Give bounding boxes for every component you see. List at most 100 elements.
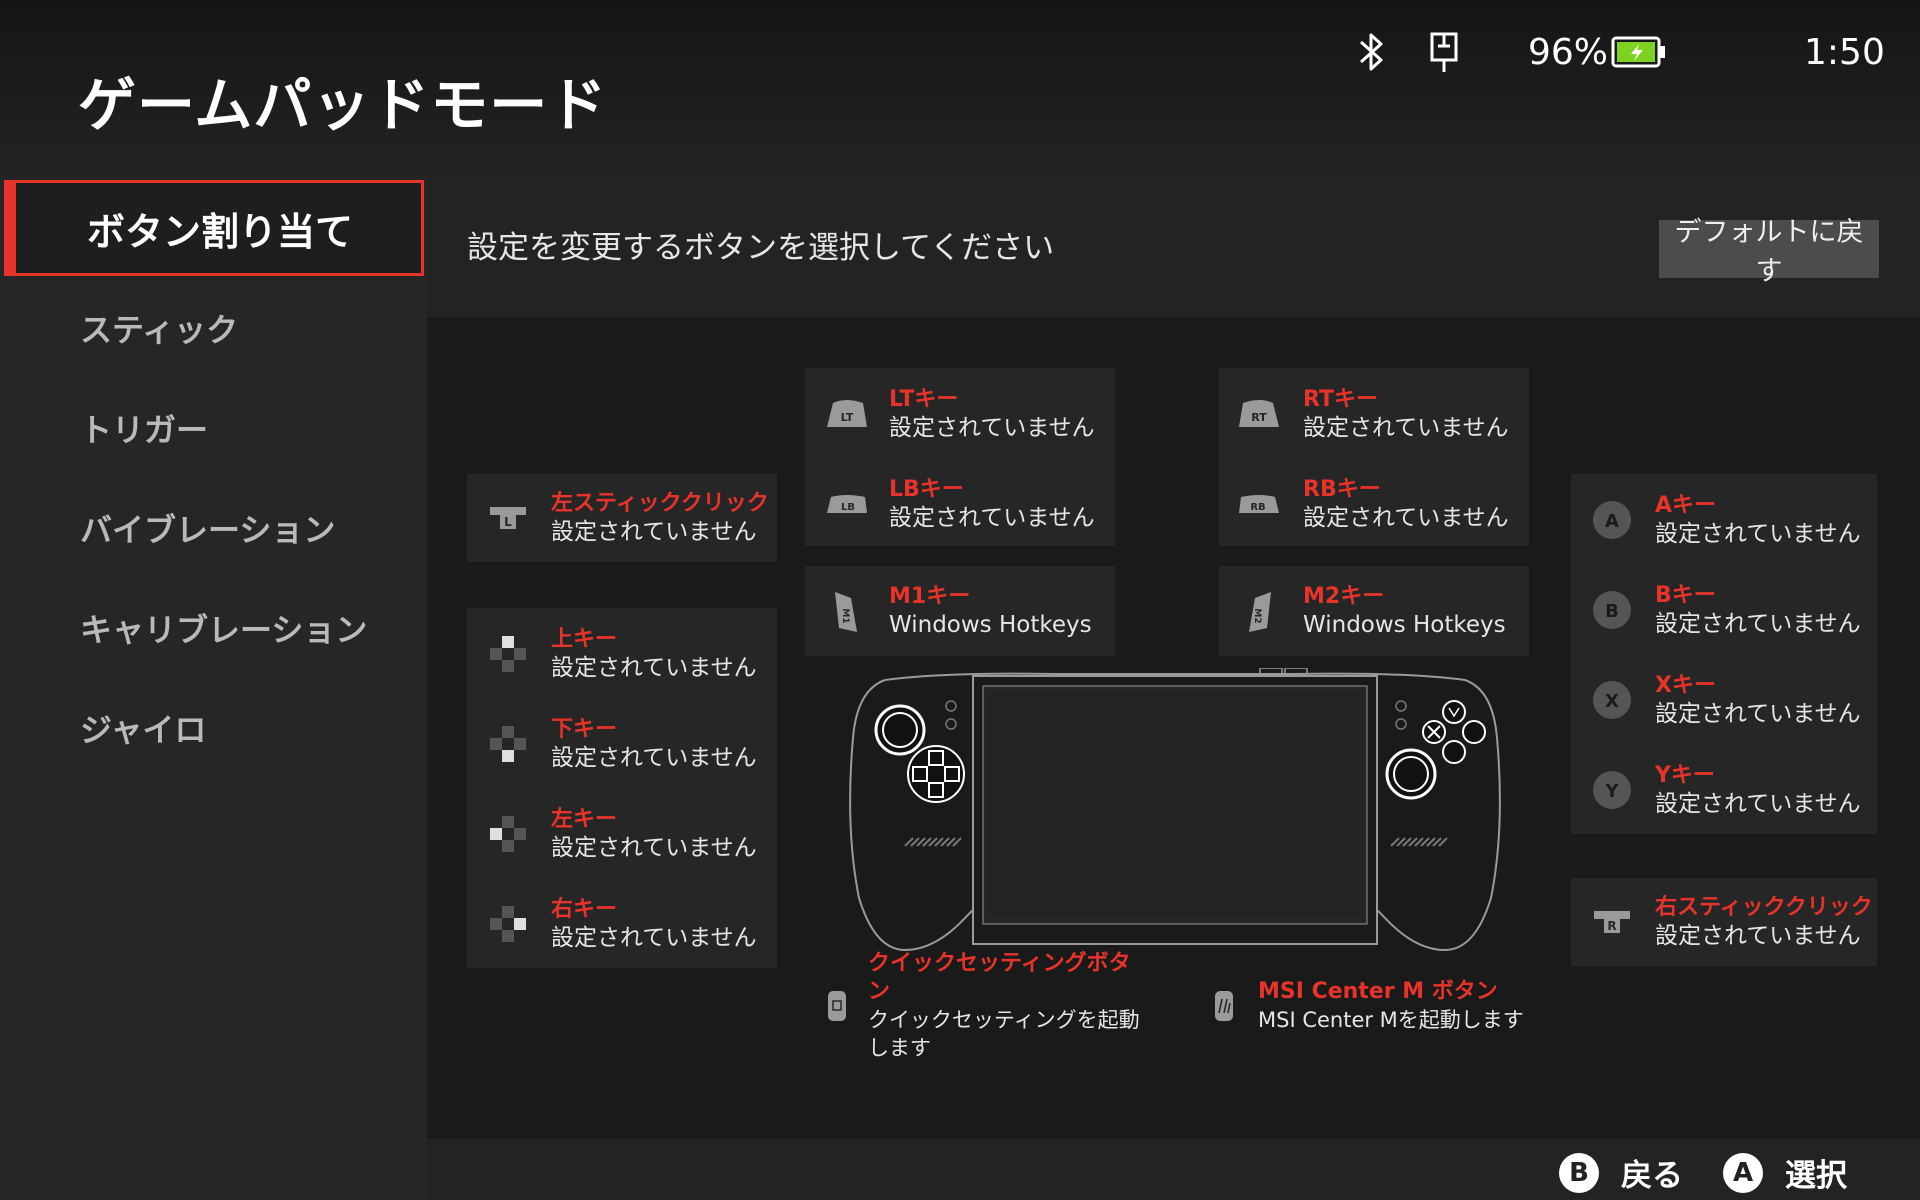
lb-key-value: 設定されていません xyxy=(889,505,1095,531)
mapping-right-stick-click[interactable]: R 右スティッククリック 設定されていません xyxy=(1571,882,1877,962)
quick-settings-label: クイックセッティングボタン xyxy=(867,951,1131,1004)
lb-key-label: LBキー xyxy=(889,477,964,502)
instruction-text: 設定を変更するボタンを選択してください xyxy=(467,230,1055,266)
mapping-quick-settings[interactable]: クイックセッティングボタン クイックセッティングを起動します xyxy=(819,951,1149,1060)
mapping-up[interactable]: 上キー 設定されていません xyxy=(467,614,777,694)
left-stick-click-card: L 左スティッククリック 設定されていません xyxy=(467,474,777,562)
a-key-label: Aキー xyxy=(1655,493,1717,518)
lt-icon: LT xyxy=(815,397,877,431)
dpad-right-icon xyxy=(477,904,539,944)
right-stick-click-value: 設定されていません xyxy=(1655,923,1861,949)
down-key-label: 下キー xyxy=(551,717,618,742)
m2-key-value: Windows Hotkeys xyxy=(1303,612,1506,638)
y-button-icon: Y xyxy=(1581,769,1643,811)
back-label: 戻る xyxy=(1621,1158,1683,1194)
back-hint[interactable]: B 戻る xyxy=(1559,1150,1683,1195)
m2-icon: M2 xyxy=(1229,588,1291,634)
mapping-m2[interactable]: M2 M2キー Windows Hotkeys xyxy=(1219,571,1529,651)
mapping-y[interactable]: Y Yキー 設定されていません xyxy=(1571,750,1877,830)
handheld-device-diagram xyxy=(825,667,1525,968)
rt-key-value: 設定されていません xyxy=(1303,415,1509,441)
y-key-value: 設定されていません xyxy=(1655,791,1861,817)
clock: 1:50 xyxy=(1804,31,1885,73)
m1-key-label: M1キー xyxy=(889,584,971,609)
msi-center-icon xyxy=(1202,989,1246,1023)
left-shoulder-card: LT LTキー 設定されていません LB LBキー 設定されていません xyxy=(805,368,1115,546)
y-key-label: Yキー xyxy=(1655,763,1715,788)
b-button-icon: B xyxy=(1581,589,1643,631)
battery-percent: 96% xyxy=(1528,31,1609,73)
reset-default-button[interactable]: デフォルトに戻す xyxy=(1659,217,1879,286)
rt-key-label: RTキー xyxy=(1303,387,1378,412)
mapping-b[interactable]: B Bキー 設定されていません xyxy=(1571,570,1877,650)
right-stick-click-card: R 右スティッククリック 設定されていません xyxy=(1571,878,1877,966)
left-key-label: 左キー xyxy=(551,807,618,832)
mapping-msi-center[interactable]: MSI Center M ボタン MSI Center Mを起動します xyxy=(1202,974,1542,1038)
footer-bar xyxy=(427,1138,1920,1200)
rb-glyph: RB xyxy=(1250,502,1265,513)
quick-settings-icon xyxy=(819,989,856,1023)
page-title: ゲームパッドモード xyxy=(78,71,608,139)
mapping-down[interactable]: 下キー 設定されていません xyxy=(467,704,777,784)
sidebar-item-stick[interactable]: スティック xyxy=(0,278,427,378)
mapping-left-stick-click[interactable]: L 左スティッククリック 設定されていません xyxy=(467,478,777,558)
mapping-right[interactable]: 右キー 設定されていません xyxy=(467,884,777,964)
left-stick-click-value: 設定されていません xyxy=(551,519,757,545)
dpad-card: 上キー 設定されていません 下キー 設定されていません 左キー 設定されていませ… xyxy=(467,608,777,968)
left-stick-click-label: 左スティッククリック xyxy=(551,491,769,516)
select-hint[interactable]: A 選択 xyxy=(1723,1150,1847,1195)
mapping-panel: L 左スティッククリック 設定されていません 上キー 設定されていません 下キー xyxy=(427,318,1920,1138)
y-glyph: Y xyxy=(1604,781,1619,802)
lt-glyph: LT xyxy=(841,411,854,424)
rb-key-value: 設定されていません xyxy=(1303,505,1509,531)
left-stick-icon: L xyxy=(477,503,539,533)
m1-icon: M1 xyxy=(815,588,877,634)
b-key-label: Bキー xyxy=(1655,583,1716,608)
mapping-a[interactable]: A Aキー 設定されていません xyxy=(1571,480,1877,560)
m2-glyph: M2 xyxy=(1252,608,1262,623)
sidebar-item-trigger[interactable]: トリガー xyxy=(0,378,427,478)
right-stick-icon: R xyxy=(1581,907,1643,937)
dpad-down-icon xyxy=(477,724,539,764)
up-key-label: 上キー xyxy=(551,627,618,652)
rb-icon: RB xyxy=(1229,491,1291,517)
dpad-left-icon xyxy=(477,814,539,854)
mapping-left[interactable]: 左キー 設定されていません xyxy=(467,794,777,874)
sidebar-item-calibration[interactable]: キャリブレーション xyxy=(0,578,427,678)
up-key-value: 設定されていません xyxy=(551,655,757,681)
lb-icon: LB xyxy=(815,491,877,517)
m1-key-value: Windows Hotkeys xyxy=(889,612,1092,638)
right-shoulder-card: RT RTキー 設定されていません RB RBキー 設定されていません xyxy=(1219,368,1529,546)
b-key-value: 設定されていません xyxy=(1655,611,1861,637)
mapping-lb[interactable]: LB LBキー 設定されていません xyxy=(805,464,1115,544)
left-key-value: 設定されていません xyxy=(551,835,757,861)
mapping-rt[interactable]: RT RTキー 設定されていません xyxy=(1219,374,1529,454)
x-key-value: 設定されていません xyxy=(1655,701,1861,727)
right-stick-click-label: 右スティッククリック xyxy=(1655,895,1873,920)
mapping-x[interactable]: X Xキー 設定されていません xyxy=(1571,660,1877,740)
rb-key-label: RBキー xyxy=(1303,477,1381,502)
mapping-m1[interactable]: M1 M1キー Windows Hotkeys xyxy=(805,571,1115,651)
rt-glyph: RT xyxy=(1251,411,1267,424)
sidebar-item-gyro[interactable]: ジャイロ xyxy=(0,678,427,778)
sidebar-item-button-mapping[interactable]: ボタン割り当て xyxy=(4,180,424,276)
sidebar-item-vibration[interactable]: バイブレーション xyxy=(0,478,427,578)
x-key-label: Xキー xyxy=(1655,673,1716,698)
bluetooth-icon xyxy=(1356,28,1386,76)
b-button-hint-icon: B xyxy=(1559,1152,1599,1193)
a-key-value: 設定されていません xyxy=(1655,521,1861,547)
a-button-icon: A xyxy=(1581,499,1643,541)
rt-icon: RT xyxy=(1229,397,1291,431)
lt-key-label: LTキー xyxy=(889,387,959,412)
m2-key-label: M2キー xyxy=(1303,584,1385,609)
mapping-rb[interactable]: RB RBキー 設定されていません xyxy=(1219,464,1529,544)
face-buttons-card: A Aキー 設定されていません B Bキー 設定されていません X Xキー 設定… xyxy=(1571,474,1877,834)
lb-glyph: LB xyxy=(841,502,855,513)
select-label: 選択 xyxy=(1785,1158,1847,1194)
mapping-lt[interactable]: LT LTキー 設定されていません xyxy=(805,374,1115,454)
quick-settings-value: クイックセッティングを起動します xyxy=(867,1008,1140,1060)
x-button-icon: X xyxy=(1581,679,1643,721)
msi-center-value: MSI Center Mを起動します xyxy=(1258,1008,1524,1032)
right-stick-glyph: R xyxy=(1607,919,1616,933)
a-button-hint-icon: A xyxy=(1723,1152,1763,1193)
